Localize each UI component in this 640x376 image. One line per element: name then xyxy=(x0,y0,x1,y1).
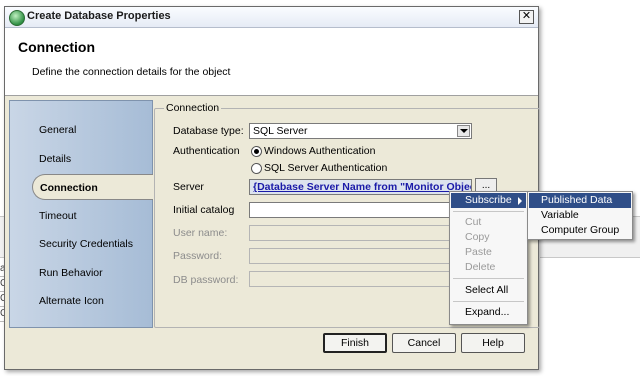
menu-item-delete: Delete xyxy=(465,261,496,273)
menu-item-cut: Cut xyxy=(465,216,482,228)
username-label: User name: xyxy=(173,227,228,239)
sidebar-item-details[interactable]: Details xyxy=(10,146,152,172)
authentication-label: Authentication xyxy=(173,145,240,157)
page-title: Connection xyxy=(18,39,95,55)
sidebar-item-timeout[interactable]: Timeout xyxy=(10,203,152,229)
context-menu: Subscribe Cut Copy Paste Delete Select A… xyxy=(449,191,528,325)
sidebar-item-security-credentials[interactable]: Security Credentials xyxy=(10,231,152,257)
menu-item-label: Subscribe xyxy=(465,194,512,206)
chevron-right-icon xyxy=(518,197,522,205)
menu-item-select-all[interactable]: Select All xyxy=(451,283,526,298)
windows-auth-radio[interactable] xyxy=(251,146,262,157)
close-icon: ✕ xyxy=(521,10,532,22)
group-label: Connection xyxy=(164,102,222,114)
db-password-label: DB password: xyxy=(173,274,239,286)
menu-item-paste: Paste xyxy=(465,246,492,258)
sidebar-item-connection[interactable]: Connection xyxy=(32,174,153,200)
sidebar-nav: General Details Connection Timeout Secur… xyxy=(9,100,153,328)
finish-button[interactable]: Finish xyxy=(323,333,387,353)
server-value: {Database Server Name from "Monitor Obje… xyxy=(253,181,472,193)
submenu-item-published-data[interactable]: Published Data xyxy=(529,193,631,208)
menu-separator xyxy=(453,278,524,279)
sidebar-item-general[interactable]: General xyxy=(10,117,152,143)
help-button[interactable]: Help xyxy=(461,333,525,353)
close-button[interactable]: ✕ xyxy=(519,10,534,24)
initial-catalog-label: Initial catalog xyxy=(173,204,235,216)
database-type-label: Database type: xyxy=(173,125,244,137)
password-input xyxy=(249,248,452,264)
sidebar-item-run-behavior[interactable]: Run Behavior xyxy=(10,260,152,286)
menu-item-copy: Copy xyxy=(465,231,490,243)
initial-catalog-input[interactable] xyxy=(249,202,452,218)
submenu-item-variable[interactable]: Variable xyxy=(529,208,631,223)
title-bar[interactable]: Create Database Properties ✕ xyxy=(5,7,538,28)
submenu-item-computer-group[interactable]: Computer Group xyxy=(529,223,631,238)
windows-auth-label[interactable]: Windows Authentication xyxy=(264,145,375,157)
cancel-button[interactable]: Cancel xyxy=(392,333,456,353)
server-label: Server xyxy=(173,181,204,193)
server-input[interactable]: {Database Server Name from "Monitor Obje… xyxy=(249,179,472,195)
page-header: Connection Define the connection details… xyxy=(5,28,538,96)
sql-auth-label[interactable]: SQL Server Authentication xyxy=(264,162,387,174)
database-type-value: SQL Server xyxy=(253,125,308,137)
subscribe-submenu: Published Data Variable Computer Group xyxy=(527,191,633,240)
menu-item-expand[interactable]: Expand... xyxy=(451,305,526,320)
sidebar-item-alternate-icon[interactable]: Alternate Icon xyxy=(10,288,152,314)
menu-separator xyxy=(453,301,524,302)
chevron-down-icon[interactable] xyxy=(457,125,470,137)
db-password-input xyxy=(249,271,452,287)
page-subtitle: Define the connection details for the ob… xyxy=(32,66,231,78)
sql-auth-radio[interactable] xyxy=(251,163,262,174)
menu-separator xyxy=(453,211,524,212)
menu-item-subscribe[interactable]: Subscribe xyxy=(451,193,526,208)
username-input xyxy=(249,225,452,241)
database-type-select[interactable]: SQL Server xyxy=(249,123,472,139)
password-label: Password: xyxy=(173,250,223,262)
window-title: Create Database Properties xyxy=(27,10,171,22)
app-icon xyxy=(9,10,25,26)
